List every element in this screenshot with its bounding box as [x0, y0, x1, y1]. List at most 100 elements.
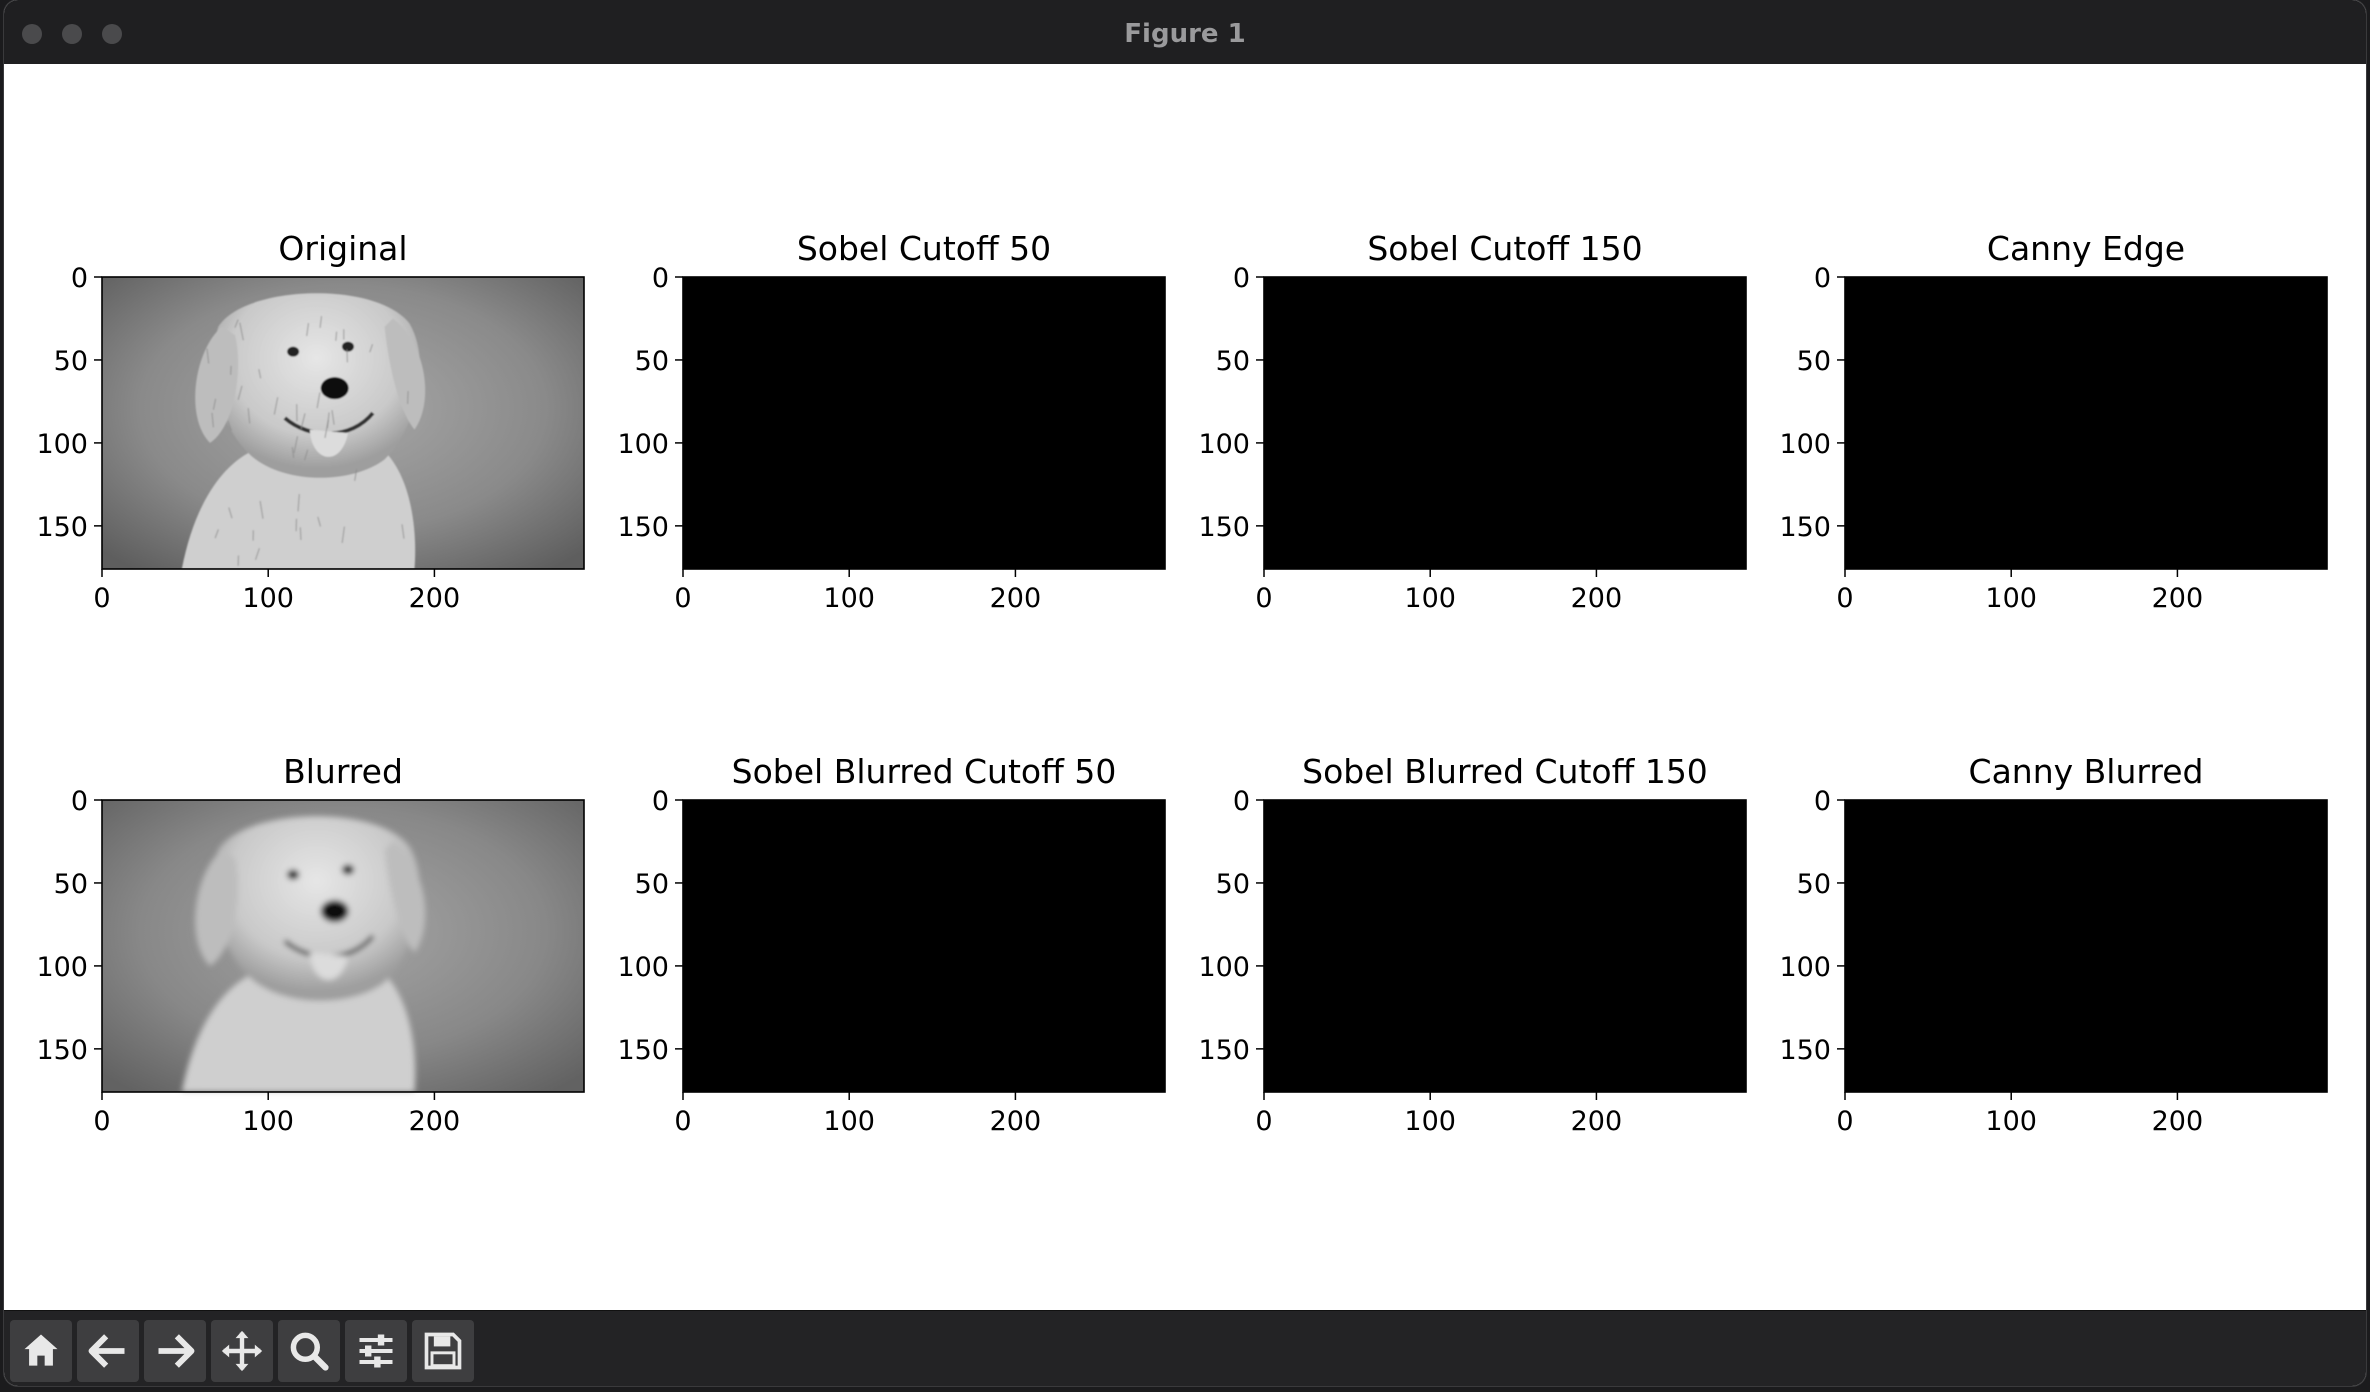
- arrow-left-icon: [88, 1334, 125, 1368]
- canny-edge-image: [1845, 277, 2327, 569]
- x-tick-label: 0: [93, 1106, 110, 1137]
- x-tick-label: 100: [1404, 1106, 1456, 1137]
- sobel50-edge-image: [683, 277, 1165, 569]
- move-icon: [221, 1330, 263, 1372]
- y-tick-label: 150: [1779, 1035, 1831, 1066]
- y-tick-label: 50: [1216, 869, 1250, 900]
- y-tick-label: 150: [617, 512, 669, 543]
- x-tick-label: 0: [674, 1106, 691, 1137]
- y-tick-label: 150: [36, 1035, 88, 1066]
- y-tick-label: 50: [635, 869, 669, 900]
- x-tick-label: 0: [93, 583, 110, 614]
- subplot-blurred[interactable]: Blurred 0 100 200 0 50 100 150: [36, 752, 585, 1137]
- y-tick-label: 0: [1814, 786, 1831, 817]
- y-tick-label: 50: [1216, 346, 1250, 377]
- x-tick-label: 100: [1404, 583, 1456, 614]
- zoom-button[interactable]: [278, 1320, 340, 1382]
- y-tick-label: 100: [36, 952, 88, 983]
- floppy-disk-icon: [424, 1332, 462, 1370]
- x-tick-label: 0: [674, 583, 691, 614]
- sobel150-edge-image: [1264, 277, 1746, 569]
- navigation-toolbar: [4, 1310, 2366, 1386]
- subplot-title: Sobel Cutoff 150: [1367, 229, 1642, 268]
- cannyblur-edge-image: [1845, 800, 2327, 1092]
- figure-window: Figure 1 Original 0 100 200 0 50 100 150…: [4, 0, 2366, 1386]
- y-tick-label: 50: [1797, 869, 1831, 900]
- x-tick-label: 100: [242, 1106, 294, 1137]
- x-tick-label: 0: [1836, 583, 1853, 614]
- y-tick-label: 100: [1198, 429, 1250, 460]
- arrow-right-icon: [158, 1334, 195, 1368]
- x-tick-label: 200: [409, 1106, 461, 1137]
- subplot-title: Sobel Blurred Cutoff 150: [1302, 752, 1708, 791]
- x-tick-label: 200: [2152, 583, 2204, 614]
- y-tick-label: 150: [1198, 1035, 1250, 1066]
- y-tick-label: 50: [54, 869, 88, 900]
- subplot-cannyblur[interactable]: Canny Blurred 0 100 200 0 50 100 150: [1779, 752, 2328, 1137]
- x-tick-label: 0: [1836, 1106, 1853, 1137]
- y-tick-label: 100: [1779, 952, 1831, 983]
- back-button[interactable]: [77, 1320, 139, 1382]
- x-tick-label: 100: [823, 583, 875, 614]
- subplot-sobelblur150[interactable]: Sobel Blurred Cutoff 150 0 100 200 0 50 100 150: [1198, 752, 1747, 1137]
- x-tick-label: 0: [1255, 583, 1272, 614]
- y-tick-label: 0: [71, 263, 88, 294]
- subplot-sobelblur50[interactable]: Sobel Blurred Cutoff 50 0 100 200 0 50 100 150: [617, 752, 1166, 1137]
- y-tick-label: 0: [652, 786, 669, 817]
- y-tick-label: 100: [1779, 429, 1831, 460]
- forward-button[interactable]: [144, 1320, 206, 1382]
- subplot-title: Blurred: [283, 752, 403, 791]
- y-tick-label: 150: [617, 1035, 669, 1066]
- y-tick-label: 50: [1797, 346, 1831, 377]
- y-tick-label: 150: [1779, 512, 1831, 543]
- y-tick-label: 150: [1198, 512, 1250, 543]
- subplot-canny[interactable]: Canny Edge 0 100 200 0 50 100 150: [1779, 229, 2328, 614]
- original-image: [102, 277, 584, 569]
- subplot-original[interactable]: Original 0 100 200 0 50 100 150: [36, 229, 585, 614]
- y-tick-label: 100: [36, 429, 88, 460]
- subplot-title: Canny Blurred: [1969, 752, 2204, 791]
- y-tick-label: 150: [36, 512, 88, 543]
- x-tick-label: 100: [242, 583, 294, 614]
- magnifier-icon: [290, 1332, 329, 1371]
- configure-subplots-button[interactable]: [345, 1320, 407, 1382]
- x-tick-label: 100: [823, 1106, 875, 1137]
- subplot-title: Sobel Blurred Cutoff 50: [732, 752, 1117, 791]
- x-tick-label: 200: [990, 1106, 1042, 1137]
- pan-button[interactable]: [211, 1320, 273, 1382]
- sobelblur50-edge-image: [683, 800, 1165, 1092]
- subplot-title: Canny Edge: [1987, 229, 2185, 268]
- y-tick-label: 0: [71, 786, 88, 817]
- x-tick-label: 200: [1571, 583, 1623, 614]
- x-tick-label: 200: [990, 583, 1042, 614]
- save-button[interactable]: [412, 1320, 474, 1382]
- title-bar: Figure 1: [4, 0, 2366, 65]
- sobelblur150-edge-image: [1264, 800, 1746, 1092]
- subplot-sobel150[interactable]: Sobel Cutoff 150 0 100 200 0 50 100 150: [1198, 229, 1747, 614]
- x-tick-label: 100: [1985, 583, 2037, 614]
- x-tick-label: 200: [409, 583, 461, 614]
- subplot-title: Original: [278, 229, 407, 268]
- home-button[interactable]: [10, 1320, 72, 1382]
- y-tick-label: 0: [1814, 263, 1831, 294]
- blurred-image: [102, 800, 584, 1092]
- subplot-title: Sobel Cutoff 50: [797, 229, 1051, 268]
- figure-canvas[interactable]: Original 0 100 200 0 50 100 150 Sobel Cutoff 50 0…: [4, 64, 2366, 1310]
- home-icon: [24, 1334, 58, 1366]
- subplot-grid: Original 0 100 200 0 50 100 150 Sobel Cutoff 50 0…: [36, 229, 2328, 1137]
- y-tick-label: 0: [652, 263, 669, 294]
- x-tick-label: 200: [1571, 1106, 1623, 1137]
- y-tick-label: 100: [617, 952, 669, 983]
- x-tick-label: 200: [2152, 1106, 2204, 1137]
- y-tick-label: 50: [635, 346, 669, 377]
- window-title: Figure 1: [1124, 19, 1246, 49]
- y-tick-label: 50: [54, 346, 88, 377]
- x-tick-label: 100: [1985, 1106, 2037, 1137]
- y-tick-label: 100: [1198, 952, 1250, 983]
- y-tick-label: 0: [1233, 786, 1250, 817]
- sliders-icon: [359, 1334, 393, 1368]
- y-tick-label: 100: [617, 429, 669, 460]
- subplot-sobel50[interactable]: Sobel Cutoff 50 0 100 200 0 50 100 150: [617, 229, 1166, 614]
- y-tick-label: 0: [1233, 263, 1250, 294]
- x-tick-label: 0: [1255, 1106, 1272, 1137]
